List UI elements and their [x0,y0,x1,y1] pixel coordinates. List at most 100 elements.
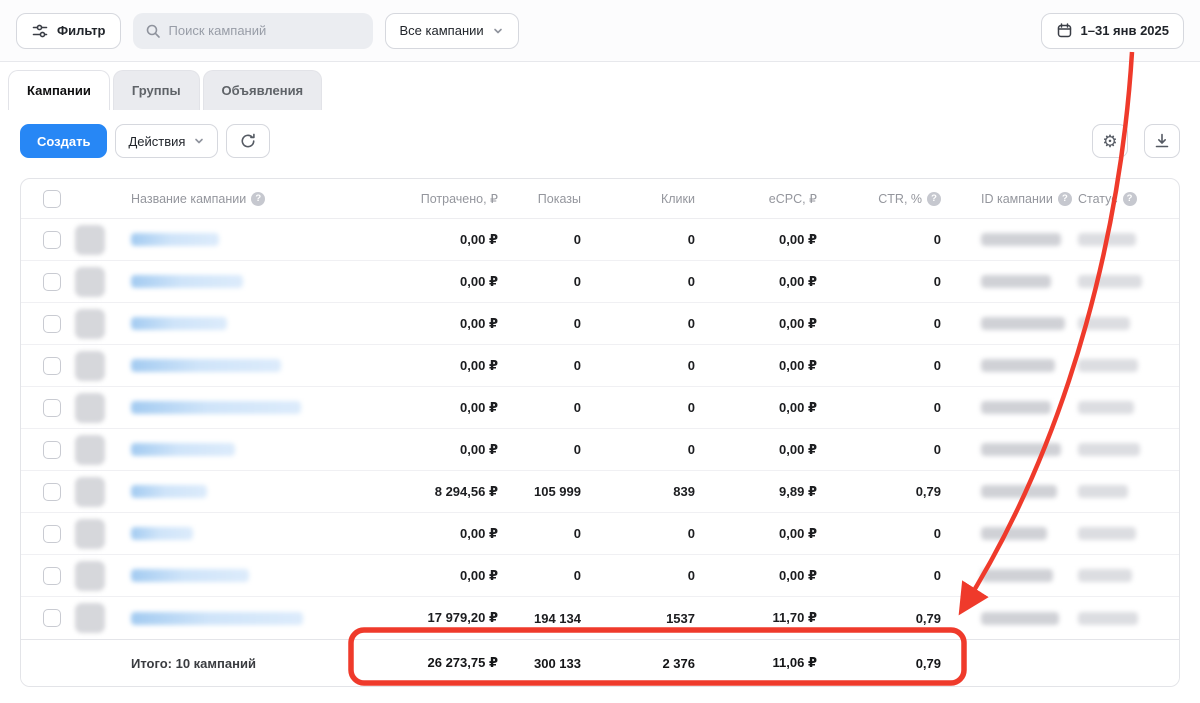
row-checkbox[interactable] [43,314,61,333]
campaign-scope-select[interactable]: Все кампании [384,12,519,49]
blurred-campaign-name [131,527,193,540]
date-range-label: 1–31 янв 2025 [1080,23,1170,38]
table-row: 0,00 ₽ 0 0 0,00 ₽ 0 [21,429,1179,471]
row-thumb-cell [67,434,113,465]
table-footer: Итого: 10 кампаний 26 273,75 ₽ 300 133 2… [21,639,1179,686]
column-label: Потрачено, ₽ [420,192,498,206]
row-checkbox[interactable] [43,398,61,417]
column-header-clicks[interactable]: Клики [581,192,695,206]
cell-ecpc: 0,00 ₽ [779,273,817,289]
row-checkbox[interactable] [43,609,61,627]
blurred-campaign-thumbnail [75,518,105,549]
cell-ecpc: 0,00 ₽ [779,399,817,415]
blurred-campaign-thumbnail [75,224,105,255]
row-checkbox[interactable] [43,482,61,501]
cell-ctr: 0,79 [915,610,941,626]
download-button[interactable] [1144,124,1180,158]
row-select-cell [21,314,67,333]
filter-icon [32,24,48,37]
date-range-button[interactable]: 1–31 янв 2025 [1040,12,1184,49]
create-button-label: Создать [37,133,91,149]
actions-dropdown-label: Действия [128,133,186,149]
tab-groups[interactable]: Группы [112,70,200,110]
download-icon [1155,133,1169,148]
toolbar: Создать Действия ⚙ [0,110,1200,172]
cell-clicks: 0 [687,316,695,331]
cell-clicks: 0 [687,568,695,583]
row-name-cell [113,317,338,330]
blurred-campaign-name [131,317,227,330]
table-row: 0,00 ₽ 0 0 0,00 ₽ 0 [21,387,1179,429]
cell-ecpc: 11,70 ₽ [772,610,817,625]
column-header-name[interactable]: Название кампании? [113,191,338,206]
row-status-cell [1074,359,1179,372]
cell-shows: 194 134 [534,610,581,626]
blurred-campaign-id [981,401,1051,414]
row-thumb-cell [67,476,113,507]
column-header-ecpc[interactable]: eCPC, ₽ [695,191,817,206]
cell-ecpc: 0,00 ₽ [779,315,817,331]
blurred-status [1078,317,1130,330]
table-row: 8 294,56 ₽ 105 999 839 9,89 ₽ 0,79 [21,471,1179,513]
select-all-checkbox[interactable] [43,189,61,208]
row-select-cell [21,398,67,417]
row-checkbox[interactable] [43,356,61,375]
help-icon[interactable]: ? [251,191,266,206]
row-checkbox[interactable] [43,272,61,291]
topbar: Фильтр Все кампании 1–31 янв 2025 [0,0,1200,62]
settings-button[interactable]: ⚙ [1092,124,1128,158]
campaign-scope-value: Все кампании [399,23,484,38]
column-header-ctr[interactable]: CTR, %? [817,191,941,206]
blurred-campaign-id [981,275,1051,288]
table-row: 17 979,20 ₽ 194 134 1537 11,70 ₽ 0,79 [21,597,1179,639]
row-status-cell [1074,275,1179,288]
totals-clicks: 2 376 [662,655,695,671]
help-icon[interactable]: ? [1122,191,1137,206]
calendar-icon [1057,23,1071,38]
cell-shows: 0 [573,232,581,247]
table-row: 0,00 ₽ 0 0 0,00 ₽ 0 [21,513,1179,555]
create-button[interactable]: Создать [20,124,108,158]
blurred-campaign-thumbnail [75,266,105,297]
search-input[interactable] [168,23,361,38]
column-header-id[interactable]: ID кампании? [941,191,1074,206]
cell-clicks: 1537 [666,610,695,626]
row-select-cell [21,230,67,249]
row-thumb-cell [67,266,113,297]
row-id-cell [941,275,1074,288]
blurred-status [1078,275,1142,288]
blurred-status [1078,569,1132,582]
tab-ads[interactable]: Объявления [202,70,323,110]
blurred-campaign-id [981,527,1047,540]
search-box[interactable] [132,12,373,49]
row-select-cell [21,440,67,459]
column-header-spent[interactable]: Потрачено, ₽ [338,191,498,206]
filter-button[interactable]: Фильтр [16,12,121,49]
actions-dropdown[interactable]: Действия [115,124,219,158]
row-checkbox[interactable] [43,524,61,543]
row-checkbox[interactable] [43,566,61,585]
cell-clicks: 0 [687,274,695,289]
blurred-campaign-id [981,485,1057,498]
tab-campaigns[interactable]: Кампании [8,70,110,110]
cell-clicks: 0 [687,232,695,247]
row-checkbox[interactable] [43,230,61,249]
cell-clicks: 0 [687,358,695,373]
help-icon[interactable]: ? [927,191,941,206]
help-icon[interactable]: ? [1057,191,1072,206]
table-row: 0,00 ₽ 0 0 0,00 ₽ 0 [21,219,1179,261]
row-thumb-cell [67,603,113,633]
row-name-cell [113,527,338,540]
cell-spent: 0,00 ₽ [460,357,498,373]
cell-ctr: 0 [933,568,941,583]
column-header-status[interactable]: Статус? [1074,191,1179,206]
row-thumb-cell [67,224,113,255]
row-id-cell [941,569,1074,582]
column-header-shows[interactable]: Показы [498,192,581,206]
toolbar-right-group: ⚙ [1092,124,1180,158]
cell-clicks: 0 [687,400,695,415]
row-checkbox[interactable] [43,440,61,459]
row-select-cell [21,609,67,627]
totals-label: Итого: 10 кампаний [131,655,256,671]
refresh-button[interactable] [226,124,271,158]
